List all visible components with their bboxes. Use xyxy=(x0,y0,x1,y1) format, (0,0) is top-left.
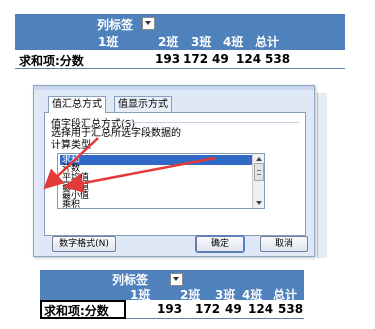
tab-summarize-values-by[interactable]: 值汇总方式 xyxy=(48,96,106,113)
pivot-header: 列标签 1班 2班 3班 4班 总计 xyxy=(40,270,304,302)
value-cell: 124 xyxy=(248,302,274,316)
red-arrow-icon xyxy=(63,156,216,194)
value-cell: 193 xyxy=(157,302,183,316)
red-arrow-icon xyxy=(43,137,99,190)
selected-cell-cursor[interactable] xyxy=(40,300,126,319)
value-cell: 172 xyxy=(195,302,221,316)
filter-dropdown-icon[interactable] xyxy=(170,273,183,286)
value-cell: 49 xyxy=(225,302,242,316)
value-cell: 538 xyxy=(278,302,304,316)
